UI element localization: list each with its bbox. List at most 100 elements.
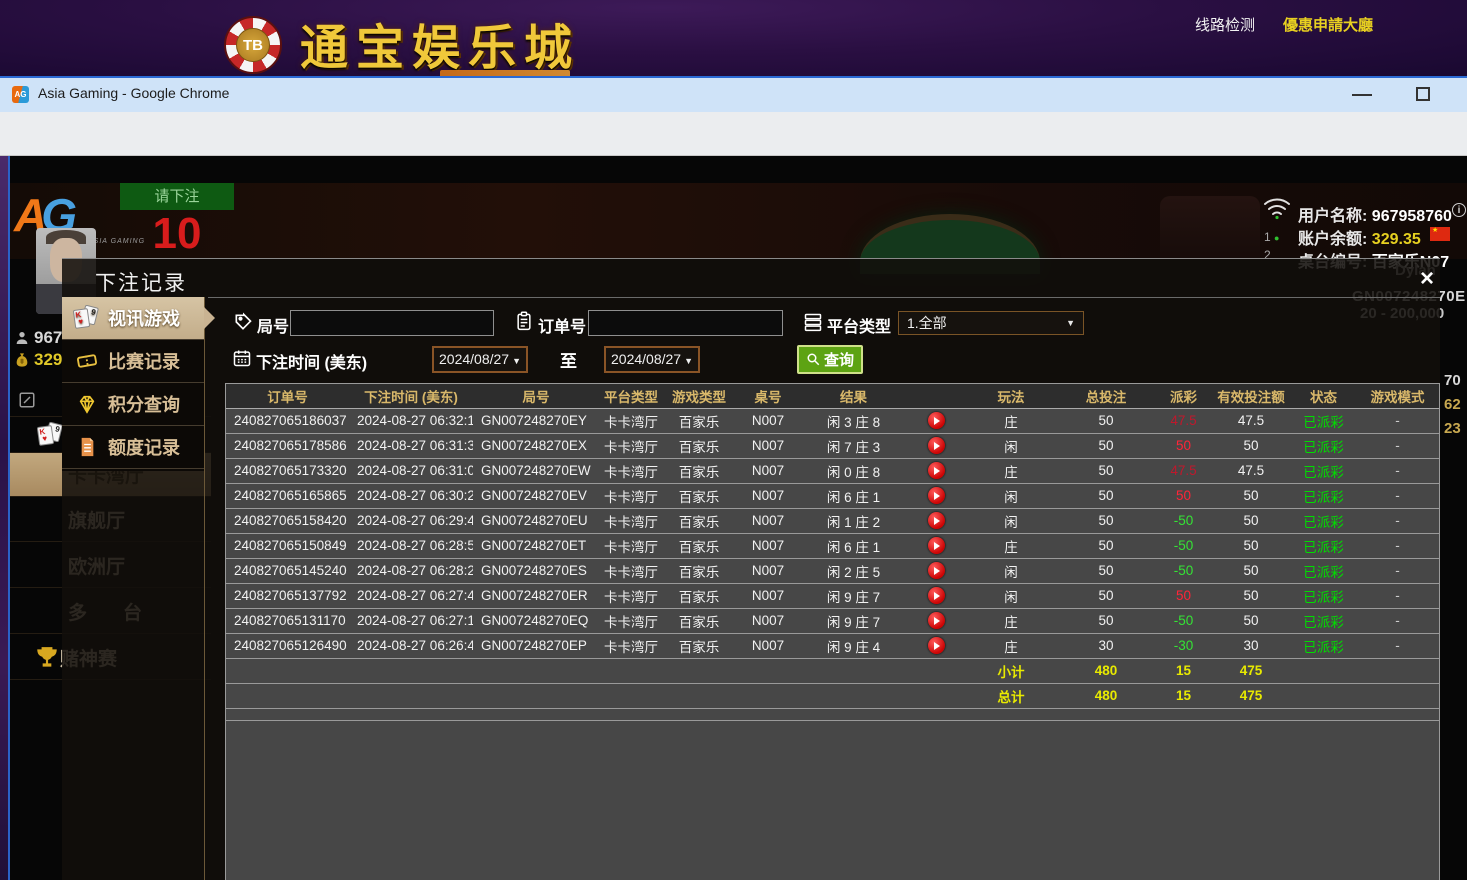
cell-game-mode: -	[1356, 558, 1439, 583]
order-number-icon	[514, 311, 534, 331]
cell-round: GN007248270EV	[473, 483, 599, 508]
cell-round: GN007248270EU	[473, 508, 599, 533]
cell-valid-bet: 30	[1211, 633, 1291, 658]
cell-payout: -50	[1156, 608, 1211, 633]
cell-game-type: 百家乐	[663, 408, 735, 433]
table-row: 240827065137792 2024-08-27 06:27:47 GN00…	[226, 583, 1439, 608]
search-button[interactable]: 查询	[797, 345, 863, 374]
site-logo-text: 通宝娱乐城	[300, 8, 580, 78]
cell-play: 庄	[966, 533, 1056, 558]
cell-payout: -50	[1156, 508, 1211, 533]
col-platform: 平台类型	[599, 384, 663, 408]
cell-payout: 47.5	[1156, 458, 1211, 483]
cell-platform: 卡卡湾厅	[599, 508, 663, 533]
table-row: 240827065150849 2024-08-27 06:28:59 GN00…	[226, 533, 1439, 558]
cell-time: 2024-08-27 06:29:40	[349, 508, 473, 533]
cell-valid-bet: 50	[1211, 608, 1291, 633]
cell-round: GN007248270EY	[473, 408, 599, 433]
cell-platform: 卡卡湾厅	[599, 608, 663, 633]
info-icon[interactable]: i	[1452, 203, 1466, 217]
cell-round: GN007248270EQ	[473, 608, 599, 633]
play-button[interactable]	[928, 537, 945, 554]
cell-platform: 卡卡湾厅	[599, 583, 663, 608]
subtotal-bet: 480	[1056, 658, 1156, 683]
play-button[interactable]	[928, 462, 945, 479]
play-button[interactable]	[928, 437, 945, 454]
total-label: 总计	[966, 683, 1056, 708]
cell-replay	[906, 608, 966, 633]
link-promo-hall[interactable]: 優惠申請大廳	[1283, 14, 1373, 35]
col-status: 状态	[1291, 384, 1356, 408]
account-username-row: 用户名称: 967958760	[1298, 202, 1452, 226]
link-line-check[interactable]: 线路检测	[1195, 14, 1255, 35]
table-row: 240827065158420 2024-08-27 06:29:40 GN00…	[226, 508, 1439, 533]
cell-total-bet: 50	[1056, 408, 1156, 433]
cell-valid-bet: 50	[1211, 533, 1291, 558]
stat-number-fragment: 23	[1444, 420, 1461, 437]
order-number-input[interactable]	[588, 310, 783, 336]
cell-total-bet: 50	[1056, 483, 1156, 508]
tab-label: 积分查询	[108, 391, 180, 417]
cell-total-bet: 50	[1056, 558, 1156, 583]
chevron-down-icon: ▼	[512, 356, 521, 366]
cell-time: 2024-08-27 06:28:26	[349, 558, 473, 583]
to-label: 至	[560, 347, 577, 372]
cell-time: 2024-08-27 06:31:37	[349, 433, 473, 458]
tab-video-games[interactable]: 9 K♥ 视讯游戏	[62, 297, 204, 340]
cell-result: 闲 9 庄 7	[801, 583, 906, 608]
platform-type-select[interactable]: 1.全部 ▼	[898, 311, 1084, 335]
play-button[interactable]	[928, 637, 945, 654]
cell-platform: 卡卡湾厅	[599, 558, 663, 583]
cell-play: 庄	[966, 408, 1056, 433]
date-to-picker[interactable]: 2024/08/27▼	[604, 346, 700, 373]
cell-valid-bet: 50	[1211, 558, 1291, 583]
cell-round: GN007248270EX	[473, 433, 599, 458]
cell-round: GN007248270EP	[473, 633, 599, 658]
play-button[interactable]	[928, 612, 945, 629]
tab-match-records[interactable]: 比赛记录	[62, 340, 204, 383]
cell-order: 240827065178586	[226, 433, 349, 458]
round-number-input[interactable]	[290, 310, 494, 336]
cell-order: 240827065137792	[226, 583, 349, 608]
play-button[interactable]	[928, 512, 945, 529]
cell-round: GN007248270ES	[473, 558, 599, 583]
cell-time: 2024-08-27 06:27:47	[349, 583, 473, 608]
cell-table-no: N007	[735, 583, 801, 608]
cell-play: 闲	[966, 483, 1056, 508]
cell-result: 闲 7 庄 3	[801, 433, 906, 458]
subtotal-valid: 475	[1211, 658, 1291, 683]
cell-replay	[906, 583, 966, 608]
cell-status: 已派彩	[1291, 508, 1356, 533]
cell-game-type: 百家乐	[663, 458, 735, 483]
date-from-picker[interactable]: 2024/08/27▼	[432, 346, 528, 373]
close-icon[interactable]: ×	[1414, 267, 1440, 293]
please-bet-banner: 请下注	[120, 183, 234, 210]
minimize-button[interactable]	[1352, 94, 1372, 96]
cell-game-mode: -	[1356, 408, 1439, 433]
table-row: 240827065131170 2024-08-27 06:27:14 GN00…	[226, 608, 1439, 633]
tab-points-inquiry[interactable]: 积分查询	[62, 383, 204, 426]
table-row: 240827065145240 2024-08-27 06:28:26 GN00…	[226, 558, 1439, 583]
cell-replay	[906, 558, 966, 583]
table-empty-area	[226, 720, 1439, 880]
cell-game-type: 百家乐	[663, 558, 735, 583]
play-button[interactable]	[928, 587, 945, 604]
cell-payout: -50	[1156, 533, 1211, 558]
tab-quota-records[interactable]: 额度记录	[62, 426, 204, 469]
url-bar[interactable]: gci.l842tbgc.com/agingame/pcv2/index.jsp…	[0, 112, 1467, 156]
maximize-button[interactable]	[1416, 87, 1430, 101]
cell-play: 庄	[966, 633, 1056, 658]
play-button[interactable]	[928, 412, 945, 429]
cell-valid-bet: 50	[1211, 508, 1291, 533]
cell-order: 240827065150849	[226, 533, 349, 558]
round-number-label: 局号	[257, 313, 289, 337]
cell-valid-bet: 50	[1211, 483, 1291, 508]
cell-table-no: N007	[735, 458, 801, 483]
play-button[interactable]	[928, 562, 945, 579]
play-button[interactable]	[928, 487, 945, 504]
cell-total-bet: 50	[1056, 533, 1156, 558]
cell-game-type: 百家乐	[663, 508, 735, 533]
player-icon	[14, 330, 30, 346]
total-bet: 480	[1056, 683, 1156, 708]
total-payout: 15	[1156, 683, 1211, 708]
